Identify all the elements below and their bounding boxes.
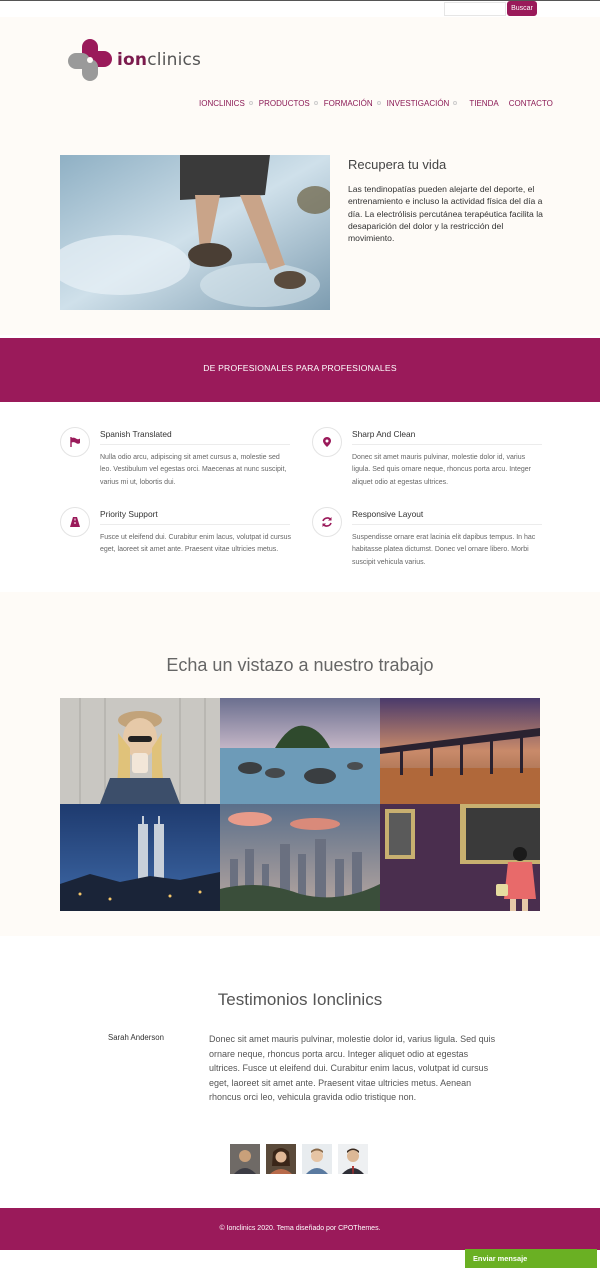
- avatar[interactable]: [230, 1144, 260, 1174]
- nav-item-productos[interactable]: PRODUCTOS: [259, 97, 324, 109]
- feature-text: Donec sit amet mauris pulvinar, molestie…: [352, 454, 532, 486]
- map-marker-icon: [312, 427, 342, 457]
- divider: [100, 444, 290, 445]
- testimonial-avatars: [230, 1144, 368, 1174]
- nav-label: PRODUCTOS: [258, 98, 310, 108]
- chat-send-message-button[interactable]: Enviar mensaje: [465, 1249, 597, 1268]
- avatar[interactable]: [338, 1144, 368, 1174]
- feature-text: Fusce ut eleifend dui. Curabitur enim la…: [100, 534, 292, 554]
- dropdown-dot-icon: [376, 101, 381, 105]
- logo-icon[interactable]: [68, 39, 112, 81]
- dropdown-dot-icon: [313, 101, 318, 105]
- nav-item-formacion[interactable]: FORMACIÓN: [324, 97, 387, 109]
- banner-text: DE PROFESIONALES PARA PROFESIONALES: [203, 363, 397, 373]
- hero-title: Recupera tu vida: [348, 157, 447, 172]
- divider: [352, 444, 542, 445]
- feature-title: Spanish Translated: [100, 429, 172, 439]
- work-title: Echa un vistazo a nuestro trabajo: [166, 655, 434, 675]
- testimonial-quote: Donec sit amet mauris pulvinar, molestie…: [209, 1034, 496, 1103]
- hero-text: Las tendinopatías pueden alejarte del de…: [348, 184, 543, 244]
- work-gallery: [60, 698, 540, 911]
- feature-text: Suspendisse ornare erat lacinia elit dap…: [352, 534, 536, 566]
- feature-title: Responsive Layout: [352, 509, 424, 519]
- rocky-coast-photo[interactable]: [220, 698, 380, 804]
- avatar[interactable]: [266, 1144, 296, 1174]
- nav-item-investigacion[interactable]: INVESTIGACIÓN: [387, 97, 464, 109]
- dropdown-dot-icon: [453, 101, 458, 105]
- city-skyline-photo[interactable]: [220, 804, 380, 911]
- divider: [352, 524, 542, 525]
- main-nav: IONCLINICS PRODUCTOS FORMACIÓN INVESTIGA…: [199, 97, 553, 109]
- feature-title: Sharp And Clean: [352, 429, 416, 439]
- testimonial-author: Sarah Anderson: [108, 1033, 164, 1042]
- gallery-visitor-photo[interactable]: [380, 804, 540, 911]
- nav-label: TIENDA: [469, 98, 499, 108]
- city-towers-photo[interactable]: [60, 804, 220, 911]
- logo-wordmark[interactable]: ionclinics: [117, 50, 201, 70]
- road-icon: [60, 507, 90, 537]
- nav-label: CONTACTO: [508, 98, 553, 108]
- search-button[interactable]: Buscar: [507, 1, 537, 16]
- nav-label: FORMACIÓN: [323, 98, 373, 108]
- nav-label: INVESTIGACIÓN: [386, 98, 450, 108]
- avatar[interactable]: [302, 1144, 332, 1174]
- search-input[interactable]: [444, 2, 506, 16]
- logo-suffix: clinics: [147, 50, 202, 70]
- feature-text: Nulla odio arcu, adipiscing sit amet cur…: [100, 454, 287, 486]
- pier-sunset-photo[interactable]: [380, 698, 540, 804]
- feature-title: Priority Support: [100, 509, 158, 519]
- refresh-icon: [312, 507, 342, 537]
- dropdown-dot-icon: [248, 101, 253, 105]
- testimonials-title: Testimonios Ionclinics: [217, 990, 383, 1009]
- divider: [100, 524, 290, 525]
- nav-item-tienda[interactable]: TIENDA: [469, 97, 498, 109]
- flag-icon: [60, 427, 90, 457]
- footer-copyright: © Ionclinics 2020. Tema diseñado por CPO…: [219, 1225, 381, 1232]
- hero-image: [60, 155, 330, 310]
- logo-prefix: ion: [117, 50, 148, 70]
- woman-coffee-photo[interactable]: [60, 698, 220, 804]
- nav-item-contacto[interactable]: CONTACTO: [509, 97, 553, 109]
- nav-label: IONCLINICS: [199, 98, 245, 108]
- nav-item-ionclinics[interactable]: IONCLINICS: [199, 97, 259, 109]
